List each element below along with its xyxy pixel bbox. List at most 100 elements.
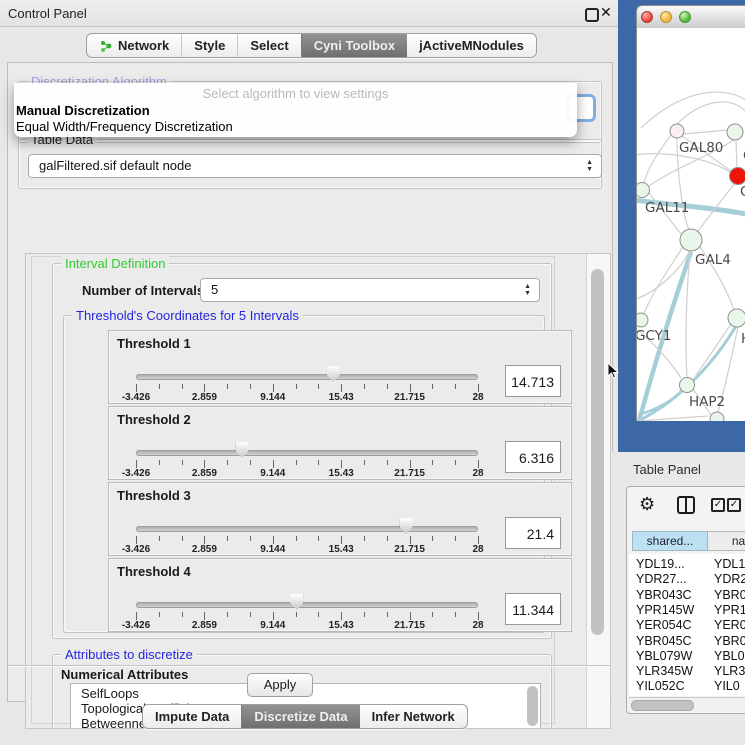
minor-tick: [182, 384, 183, 389]
tab-select[interactable]: Select: [237, 34, 300, 57]
minor-tick: [159, 536, 160, 541]
minor-tick: [318, 536, 319, 541]
cell-name: YPR1: [714, 603, 745, 618]
table-row[interactable]: YPR145WYPR1: [629, 603, 745, 618]
combo-stepper-icon: ▲▼: [586, 159, 593, 173]
major-tick: [478, 384, 479, 392]
network-edge[interactable]: [637, 154, 730, 172]
tick-label: 15.43: [316, 392, 366, 403]
network-edge[interactable]: [641, 92, 745, 128]
slider-track[interactable]: [136, 526, 478, 532]
threshold-value-box[interactable]: 14.713: [505, 365, 561, 397]
tab-discretize-data[interactable]: Discretize Data: [241, 705, 359, 728]
table-row[interactable]: YDL19...YDL1: [629, 557, 745, 572]
table-row[interactable]: YBR045CYBR0: [629, 634, 745, 649]
slider-track[interactable]: [136, 602, 478, 608]
network-edge[interactable]: [683, 130, 728, 134]
network-node[interactable]: [710, 412, 724, 421]
cell-shared-name: YDR27...: [636, 572, 687, 587]
table-row[interactable]: YBL079WYBL0: [629, 649, 745, 664]
algorithm-placeholder-option[interactable]: Select algorithm to view settings: [14, 86, 577, 101]
network-window-titlebar[interactable]: [636, 5, 745, 29]
table-data-value: galFiltered.sif default node: [39, 158, 191, 173]
network-edge[interactable]: [736, 141, 737, 168]
checkbox-checked-icon[interactable]: ✓: [711, 498, 725, 512]
threshold-value-box[interactable]: 11.344: [505, 593, 561, 625]
slider-track[interactable]: [136, 450, 478, 456]
apply-row: Apply: [8, 665, 610, 702]
close-traffic-light-icon[interactable]: [641, 11, 653, 23]
horizontal-scrollbar-thumb[interactable]: [631, 700, 694, 711]
table-panel-section: Table Panel ⚙ ✓ ✓ shared... na YDL19...Y…: [612, 452, 745, 745]
float-window-icon[interactable]: [585, 8, 599, 22]
number-of-intervals-spinner[interactable]: 5 ▲▼: [200, 278, 540, 302]
column-header-shared-name[interactable]: shared...: [632, 531, 708, 551]
minor-tick: [432, 612, 433, 617]
minor-tick: [250, 612, 251, 617]
threshold-value-box[interactable]: 21.4: [505, 517, 561, 549]
horizontal-scrollbar[interactable]: [629, 697, 745, 711]
major-tick: [478, 536, 479, 544]
tick-label: 15.43: [316, 544, 366, 555]
network-node[interactable]: [730, 168, 745, 185]
gear-icon[interactable]: ⚙: [639, 495, 655, 513]
major-tick: [341, 536, 342, 544]
table-row[interactable]: YIL052CYIL0: [629, 679, 745, 694]
tab-label: jActiveMNodules: [419, 38, 524, 53]
tick-label: 21.715: [385, 544, 435, 555]
network-edge[interactable]: [644, 247, 683, 314]
network-edge[interactable]: [693, 324, 731, 380]
apply-button[interactable]: Apply: [247, 673, 313, 697]
attributes-group-label: Attributes to discretize: [61, 647, 197, 662]
minor-tick: [296, 536, 297, 541]
vertical-scrollbar-thumb[interactable]: [591, 269, 604, 635]
minor-tick: [364, 536, 365, 541]
tab-style[interactable]: Style: [181, 34, 237, 57]
major-tick: [136, 384, 137, 392]
algorithm-option-equal-width[interactable]: Equal Width/Frequency Discretization: [16, 119, 233, 134]
node-label: H: [741, 331, 745, 347]
network-edge[interactable]: [677, 102, 745, 124]
minor-tick: [182, 612, 183, 617]
minor-tick: [387, 384, 388, 389]
network-node[interactable]: [670, 124, 684, 138]
column-header-name[interactable]: na: [708, 531, 745, 551]
tab-jactivemnodules[interactable]: jActiveMNodules: [407, 34, 536, 57]
network-edge[interactable]: [644, 135, 671, 183]
network-view-canvas[interactable]: GAL80GCGAL11GAL4GCY1HHAP2: [636, 28, 745, 421]
algorithm-dropdown-popup: Select algorithm to view settings Manual…: [14, 83, 577, 137]
network-node[interactable]: [728, 309, 745, 327]
checkbox-checked-icon[interactable]: ✓: [727, 498, 741, 512]
network-node[interactable]: [637, 313, 648, 327]
network-node[interactable]: [680, 229, 702, 251]
threshold-title: Threshold 2: [117, 412, 191, 427]
major-tick: [273, 460, 274, 468]
network-node[interactable]: [680, 378, 695, 393]
tab-cyni-toolbox[interactable]: Cyni Toolbox: [301, 34, 407, 57]
tab-impute-data[interactable]: Impute Data: [143, 705, 241, 728]
major-tick: [136, 460, 137, 468]
minor-tick: [364, 460, 365, 465]
minor-tick: [432, 536, 433, 541]
table-row[interactable]: YDR27...YDR2: [629, 572, 745, 587]
table-row[interactable]: YER054CYER0: [629, 618, 745, 633]
split-columns-icon[interactable]: [677, 496, 695, 514]
minimize-traffic-light-icon[interactable]: [660, 11, 672, 23]
table-rows[interactable]: YDL19...YDL1YDR27...YDR2YBR043CYBR0YPR14…: [629, 554, 745, 696]
network-node[interactable]: [637, 183, 650, 198]
threshold-value-box[interactable]: 6.316: [505, 441, 561, 473]
table-data-combobox[interactable]: galFiltered.sif default node ▲▼: [28, 154, 602, 178]
table-row[interactable]: YLR345WYLR3: [629, 664, 745, 679]
close-icon[interactable]: ✕: [600, 4, 612, 21]
vertical-scrollbar[interactable]: [586, 254, 610, 728]
tab-network[interactable]: Network: [87, 34, 181, 57]
zoom-traffic-light-icon[interactable]: [679, 11, 691, 23]
network-node[interactable]: [727, 124, 743, 140]
cell-shared-name: YLR345W: [636, 664, 693, 679]
tab-infer-network[interactable]: Infer Network: [360, 705, 467, 728]
slider-track[interactable]: [136, 374, 478, 380]
thresholds-group: Threshold's Coordinates for 5 Intervals …: [63, 315, 545, 633]
algorithm-option-manual[interactable]: Manual Discretization: [16, 103, 150, 118]
table-row[interactable]: YBR043CYBR0: [629, 588, 745, 603]
tick-label: 2.859: [179, 544, 229, 555]
